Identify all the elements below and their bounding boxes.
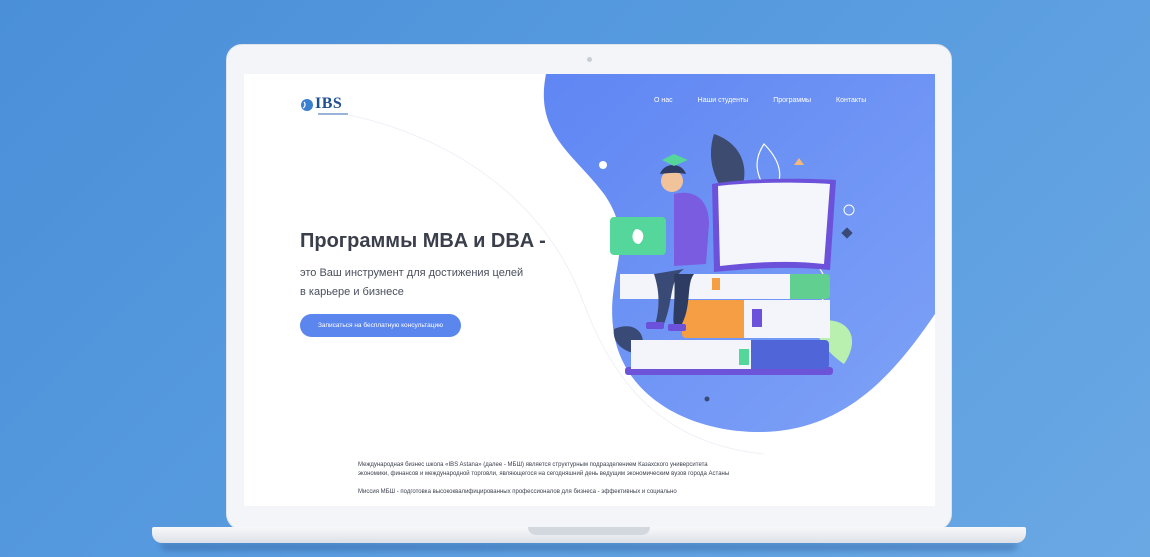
nav-item-contacts[interactable]: Контакты xyxy=(836,97,866,104)
logo[interactable]: IBS xyxy=(300,96,342,112)
globe-icon xyxy=(301,98,313,111)
mission-paragraph: Миссия МБШ - подготовка высококвалифицир… xyxy=(358,489,677,495)
nav-item-about[interactable]: О нас xyxy=(654,97,673,104)
logo-text: IBS xyxy=(315,95,343,112)
hero-title: Программы MBA и DBA - xyxy=(300,230,546,252)
laptop-notch xyxy=(528,527,650,535)
logo-tagline-line xyxy=(318,113,348,115)
camera-dot xyxy=(587,57,592,62)
main-nav: О нас Наши студенты Программы Контакты xyxy=(654,97,866,104)
consultation-button[interactable]: Записаться на бесплатную консультацию xyxy=(300,314,461,337)
about-section: Международная бизнес школа «IBS Astana» … xyxy=(358,461,738,506)
laptop-shadow xyxy=(160,543,1018,551)
nav-item-programs[interactable]: Программы xyxy=(773,97,811,104)
hero-subtitle: это Ваш инструмент для достижения целей … xyxy=(300,267,524,298)
about-paragraph: Международная бизнес школа «IBS Astana» … xyxy=(358,462,730,477)
website-screen: IBS О нас Наши студенты Программы Контак… xyxy=(244,74,935,506)
nav-item-students[interactable]: Наши студенты xyxy=(698,97,749,104)
